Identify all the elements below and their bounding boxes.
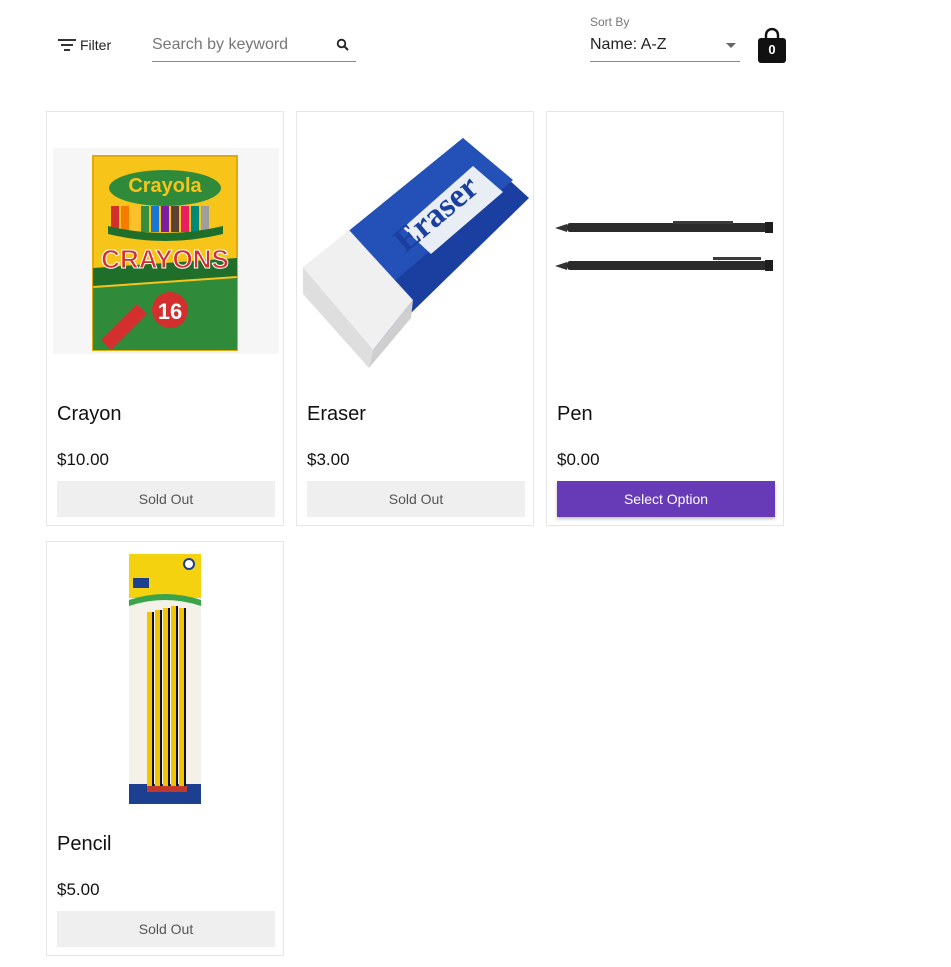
product-image-pencil[interactable]	[53, 548, 279, 816]
product-price: $0.00	[557, 450, 600, 469]
crayons-label-text: CRAYONS	[101, 244, 229, 274]
product-image-eraser[interactable]: Eraser	[303, 118, 529, 386]
product-price: $5.00	[57, 880, 100, 899]
cart-button[interactable]: 0	[757, 27, 787, 64]
crayon-count-text: 16	[158, 299, 182, 324]
product-image-crayon[interactable]: Crayola CRAYONS 16	[53, 118, 279, 386]
filter-icon	[58, 39, 76, 51]
eraser-image: Eraser	[303, 138, 529, 368]
product-card-pen[interactable]: Pen $0.00 Select Option	[546, 111, 784, 526]
select-option-button[interactable]: Select Option	[557, 481, 775, 517]
product-name[interactable]: Pencil	[57, 833, 111, 856]
product-card-crayon[interactable]: Crayola CRAYONS 16 Crayon $10.00 Sold Ou…	[46, 111, 284, 526]
pen-image	[555, 221, 773, 271]
product-name[interactable]: Pen	[557, 403, 593, 426]
sold-out-button[interactable]: Sold Out	[57, 481, 275, 517]
product-card-pencil[interactable]: Pencil $5.00 Sold Out	[46, 541, 284, 956]
sort-select[interactable]: Name: A-Z	[590, 32, 740, 62]
filter-button[interactable]: Filter	[58, 36, 111, 54]
crayola-logo-text: Crayola	[128, 175, 202, 197]
pencil-pack-image	[129, 554, 201, 804]
product-price: $10.00	[57, 450, 109, 469]
filter-label: Filter	[80, 37, 112, 53]
sold-out-button[interactable]: Sold Out	[307, 481, 525, 517]
sold-out-button[interactable]: Sold Out	[57, 911, 275, 947]
crayon-box-image: Crayola CRAYONS 16	[53, 148, 279, 354]
sort-label: Sort By	[590, 15, 630, 29]
cart-count-badge: 0	[768, 42, 776, 57]
product-card-eraser[interactable]: Eraser Eraser $3.00 Sold Out	[296, 111, 534, 526]
search-input[interactable]	[152, 32, 330, 58]
product-image-pen[interactable]	[553, 118, 779, 386]
search-field	[152, 30, 356, 62]
sort-value: Name: A-Z	[590, 36, 667, 53]
product-name[interactable]: Eraser	[307, 403, 366, 426]
product-name[interactable]: Crayon	[57, 403, 121, 426]
search-icon[interactable]	[336, 38, 350, 52]
product-price: $3.00	[307, 450, 350, 469]
chevron-down-icon	[726, 43, 736, 48]
